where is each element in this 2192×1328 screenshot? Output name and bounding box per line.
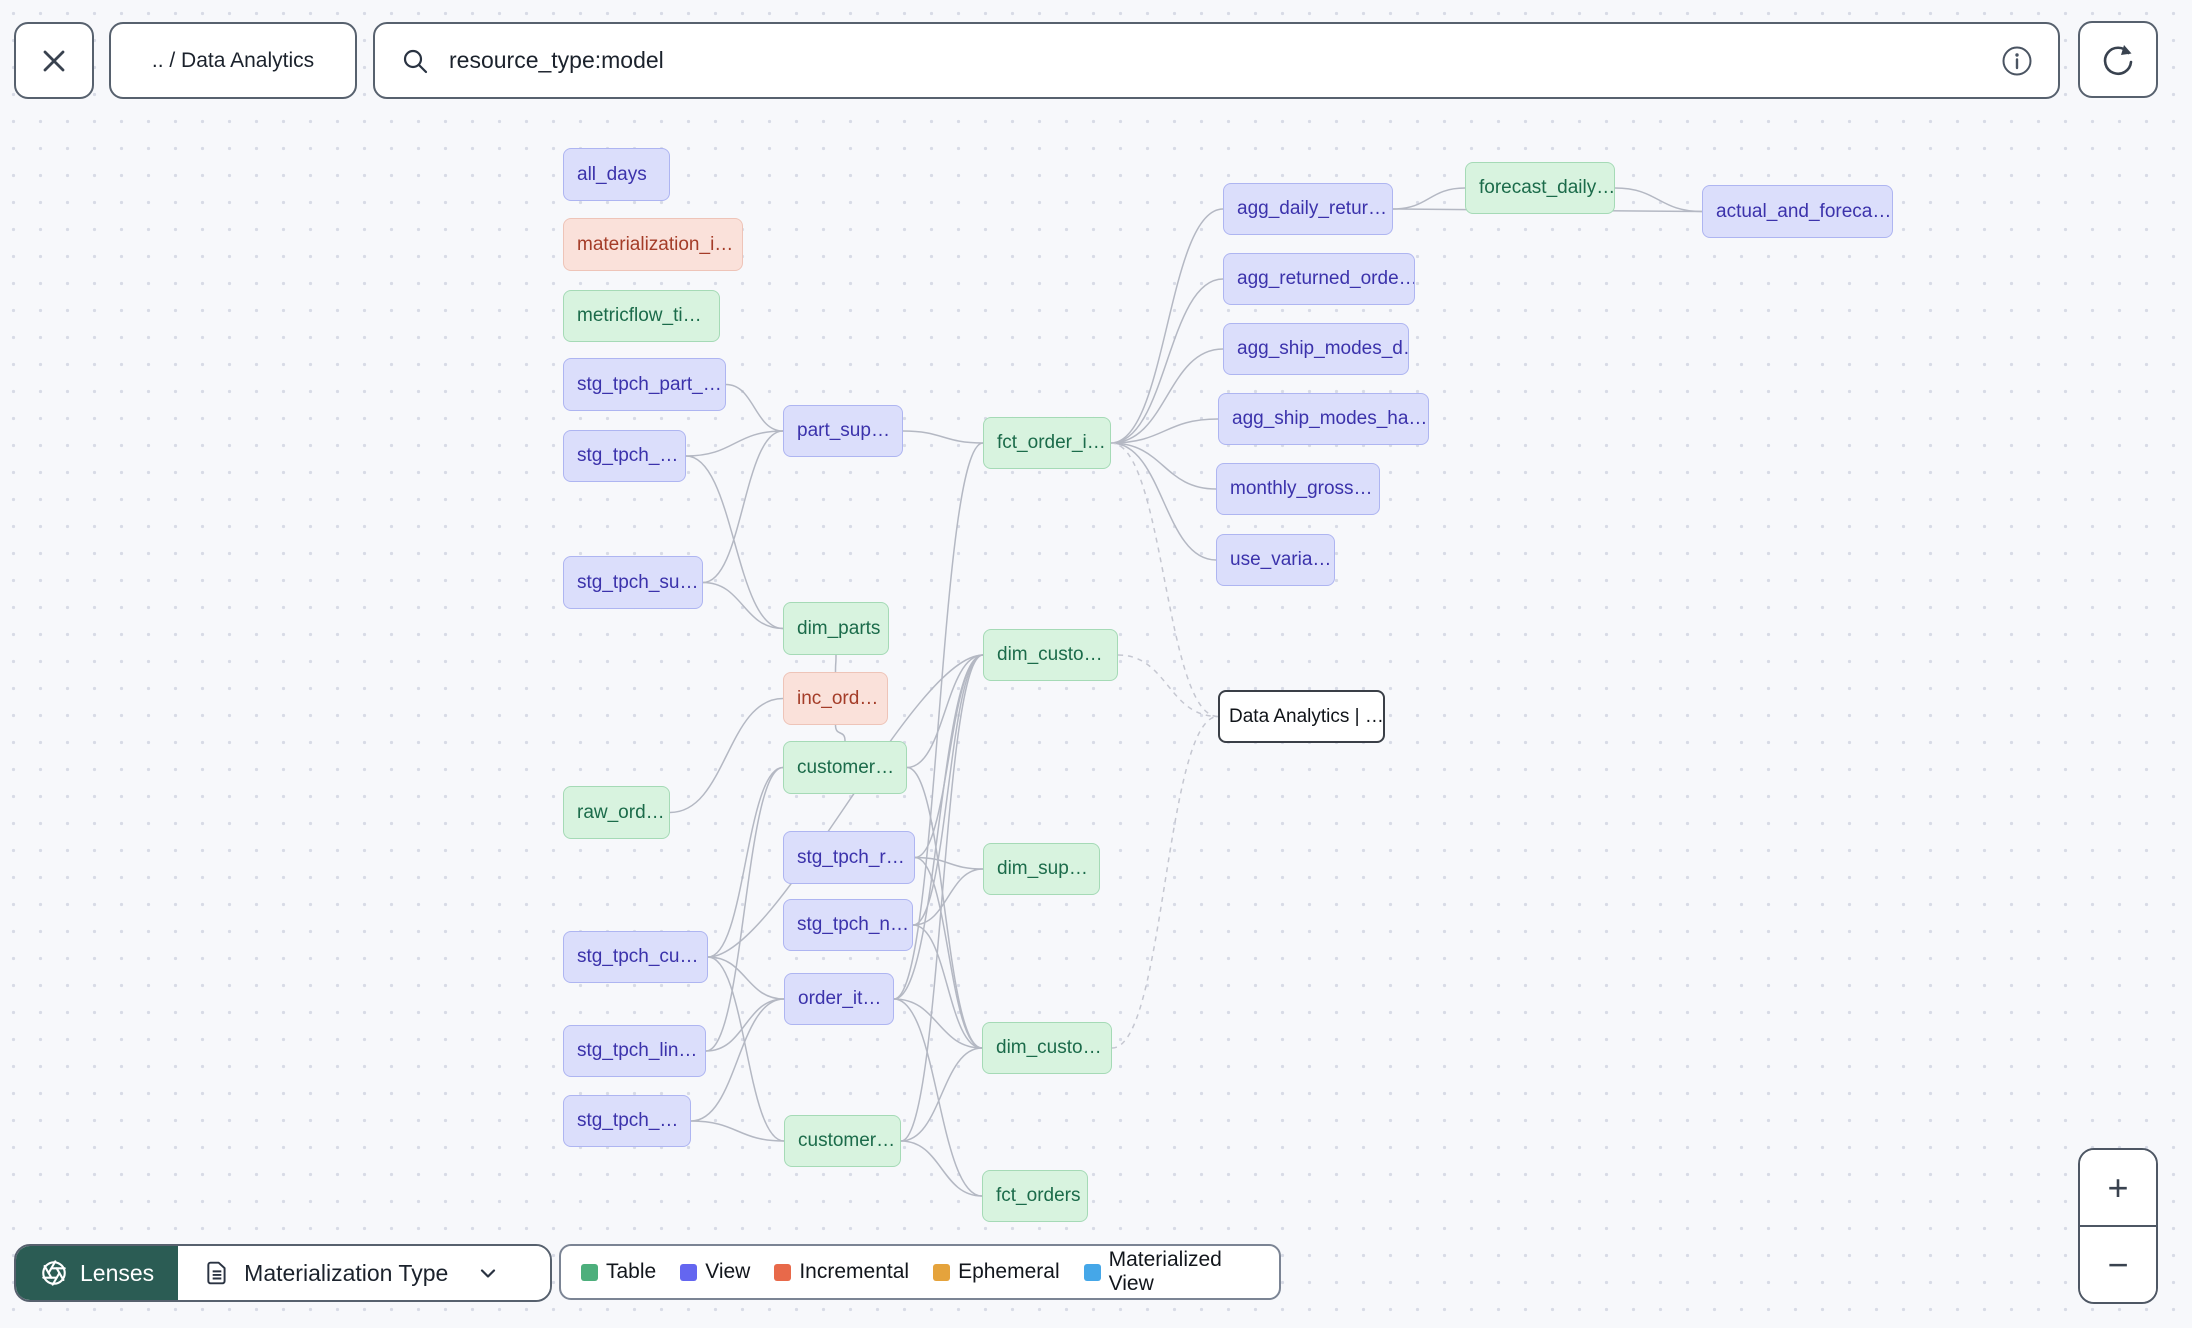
edge-customer_b-to-dim_custo_u [900, 654, 984, 1142]
edge-fct_order_items-to-use_varia [1110, 442, 1217, 561]
graph-node-stg_tpch_su[interactable]: stg_tpch_su… [563, 556, 703, 609]
legend-label: Ephemeral [958, 1260, 1060, 1283]
graph-node-part_sup[interactable]: part_sup… [783, 405, 903, 457]
close-button[interactable] [14, 22, 94, 99]
edge-stg_tpch_r-to-dim_custo_l [914, 856, 983, 1049]
graph-node-fct_orders[interactable]: fct_orders [982, 1170, 1088, 1222]
graph-node-stg_tpch_lin[interactable]: stg_tpch_lin… [563, 1025, 706, 1077]
graph-node-stg_tpch_a[interactable]: stg_tpch_… [563, 430, 686, 482]
edge-stg_tpch_part-to-part_sup [725, 383, 784, 432]
graph-node-dim_custo_u[interactable]: dim_custo… [983, 629, 1118, 681]
graph-node-raw_ord[interactable]: raw_ord… [563, 786, 670, 839]
graph-node-stg_tpch_cu[interactable]: stg_tpch_cu… [563, 931, 708, 983]
breadcrumb[interactable]: .. / Data Analytics [109, 22, 357, 99]
graph-node-stg_tpch_n[interactable]: stg_tpch_n… [783, 899, 913, 951]
legend-item-table: Table [581, 1260, 656, 1284]
edge-dim_parts-to-inc_ord [834, 654, 837, 673]
graph-node-metricflow[interactable]: metricflow_ti… [563, 290, 720, 342]
refresh-icon [2103, 44, 2133, 75]
legend-label: View [705, 1260, 751, 1283]
legend-item-materialized-view: Materialized View [1083, 1248, 1259, 1296]
graph-node-monthly_gross[interactable]: monthly_gross… [1216, 463, 1380, 515]
edge-customer_t-to-dim_custo_u [906, 654, 984, 769]
zoom-controls: + − [2078, 1148, 2158, 1304]
edge-fct_order_items-to-agg_returned [1110, 278, 1224, 444]
edge-forecast_daily-to-actual_and [1614, 187, 1703, 213]
edge-stg_tpch_a-to-part_sup [685, 430, 784, 457]
document-icon [207, 1261, 226, 1285]
legend-chip-ephemeral [933, 1263, 951, 1281]
edge-dim_custo_l-to-exposure [1111, 715, 1219, 1049]
graph-node-stg_tpch_part[interactable]: stg_tpch_part_… [563, 358, 726, 411]
zoom-in-button[interactable]: + [2080, 1150, 2156, 1225]
search-input[interactable]: resource_type:model [449, 47, 2000, 74]
breadcrumb-label: .. / Data Analytics [151, 48, 315, 72]
lenses-button[interactable]: Lenses [16, 1246, 179, 1300]
search-icon [403, 49, 428, 73]
chevron-down-icon [481, 1269, 496, 1278]
circle-info-icon [2002, 46, 2032, 75]
legend-item-view: View [680, 1260, 750, 1284]
graph-node-agg_ship_d[interactable]: agg_ship_modes_d… [1223, 323, 1409, 375]
graph-node-order_it[interactable]: order_it… [784, 973, 894, 1025]
edge-stg_tpch_su-to-dim_parts [702, 581, 784, 630]
edge-dim_custo_u-to-exposure [1117, 654, 1219, 718]
graph-node-use_varia[interactable]: use_varia… [1216, 534, 1335, 586]
materialization-legend: Table View Incremental Ephemeral Materialize… [559, 1244, 1281, 1300]
graph-node-customer_t[interactable]: customer… [783, 741, 907, 794]
legend-label: Table [606, 1260, 657, 1283]
edge-part_sup-to-fct_order_items [902, 430, 984, 444]
edge-order_it-to-fct_orders [893, 998, 983, 1197]
lineage-graph-app: all_days materialization_i… metricflow_ti…… [0, 0, 2192, 1328]
refresh-button[interactable] [2078, 21, 2158, 98]
graph-node-agg_returned[interactable]: agg_returned_orde… [1223, 253, 1415, 305]
graph-node-agg_daily[interactable]: agg_daily_retur… [1223, 183, 1393, 235]
legend-chip-table [581, 1263, 598, 1281]
close-icon [43, 50, 65, 71]
graph-node-exposure[interactable]: Data Analytics | … [1218, 690, 1385, 743]
lens-selector[interactable]: Materialization Type [178, 1246, 551, 1300]
graph-node-customer_b[interactable]: customer… [784, 1115, 901, 1167]
graph-node-dim_custo_l[interactable]: dim_custo… [982, 1022, 1112, 1074]
aperture-icon [42, 1260, 66, 1286]
lenses-bar: Lenses Materialization Type [14, 1244, 553, 1302]
graph-node-agg_ship_ha[interactable]: agg_ship_modes_ha… [1218, 393, 1429, 445]
graph-node-forecast_daily[interactable]: forecast_daily… [1465, 162, 1615, 214]
edge-stg_tpch_su-to-part_sup [702, 430, 784, 584]
graph-node-all_days[interactable]: all_days [563, 148, 670, 201]
legend-chip-view [680, 1263, 698, 1281]
legend-chip-materialized-view [1083, 1263, 1101, 1281]
graph-node-stg_tpch_r[interactable]: stg_tpch_r… [783, 831, 915, 884]
graph-node-inc_ord[interactable]: inc_ord… [783, 672, 888, 725]
graph-node-stg_tpch_b[interactable]: stg_tpch_… [563, 1095, 691, 1147]
search-bar[interactable]: resource_type:model [373, 22, 2060, 99]
edge-raw_ord-to-inc_ord [669, 697, 784, 814]
edge-inc_ord-to-customer_t [834, 724, 846, 742]
info-button[interactable] [2000, 44, 2034, 78]
graph-node-materialization[interactable]: materialization_i… [563, 218, 743, 271]
edge-fct_order_items-to-monthly_gross [1110, 442, 1217, 490]
legend-label: Incremental [799, 1260, 910, 1283]
legend-item-ephemeral: Ephemeral [933, 1260, 1060, 1284]
legend-chip-incremental [774, 1263, 792, 1281]
edge-customer_b-to-fct_orders [900, 1140, 983, 1197]
graph-node-dim_sup[interactable]: dim_sup… [983, 843, 1100, 895]
edge-fct_order_items-to-exposure [1110, 442, 1219, 718]
lens-selector-label: Materialization Type [244, 1259, 449, 1286]
legend-item-incremental: Incremental [774, 1260, 909, 1284]
edge-fct_order_items-to-agg_daily [1110, 208, 1224, 444]
lenses-button-label: Lenses [80, 1259, 155, 1286]
graph-node-dim_parts[interactable]: dim_parts [783, 602, 889, 655]
edge-stg_tpch_cu-to-customer_t [707, 766, 784, 958]
edge-customer_b-to-dim_custo_l [900, 1047, 983, 1142]
graph-node-actual_and[interactable]: actual_and_foreca… [1702, 185, 1893, 238]
legend-label: Materialized View [1108, 1248, 1222, 1295]
edge-agg_daily-to-forecast_daily [1392, 187, 1466, 210]
graph-canvas[interactable]: all_days materialization_i… metricflow_ti…… [0, 0, 2192, 1328]
zoom-out-button[interactable]: − [2080, 1225, 2156, 1302]
graph-node-fct_order_items[interactable]: fct_order_i… [983, 417, 1111, 469]
